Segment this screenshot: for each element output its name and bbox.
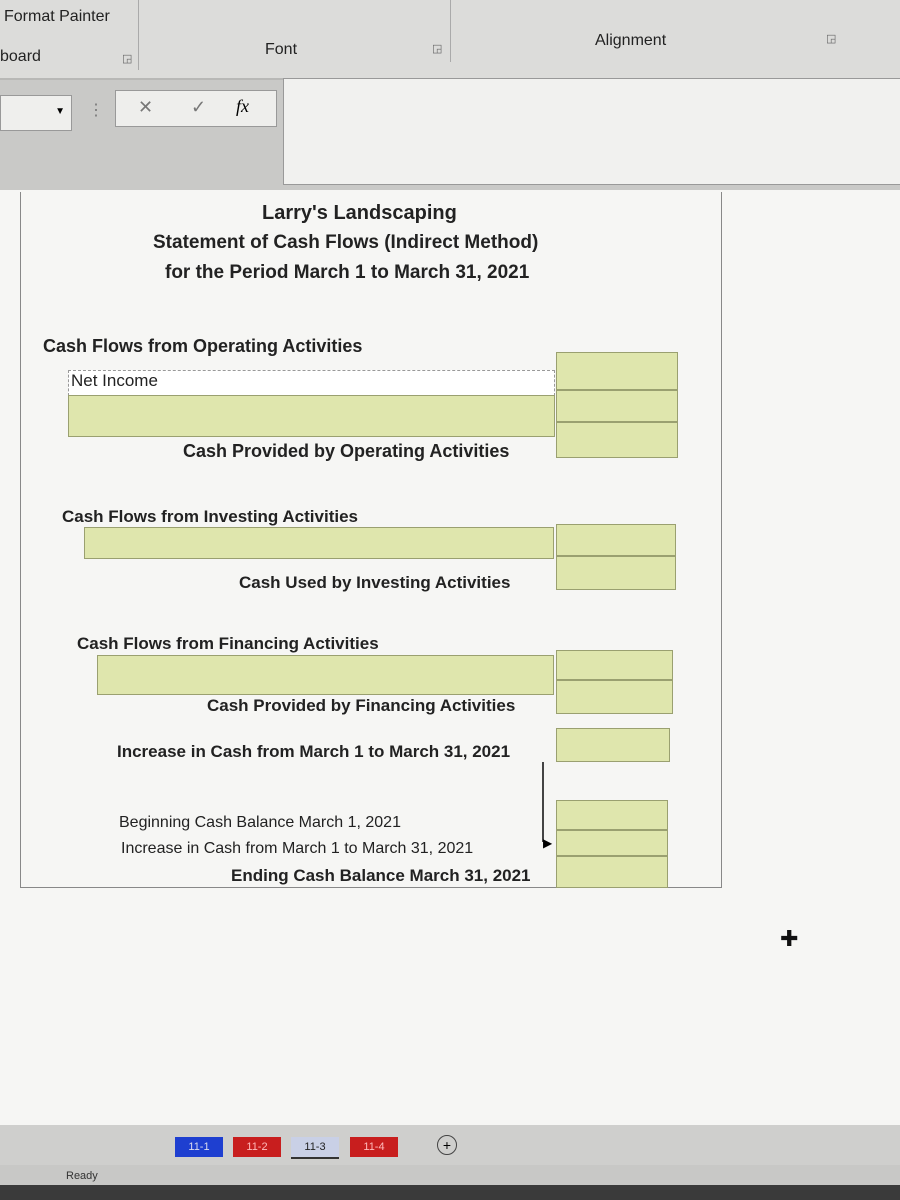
financing-total-cell[interactable] [556, 680, 673, 714]
net-income-cell[interactable]: Net Income [68, 370, 555, 396]
font-group-label: Font [265, 41, 298, 58]
adjustment-amount-cell[interactable] [556, 390, 678, 422]
ending-cash-cell[interactable] [556, 856, 668, 888]
investing-total-label: Cash Used by Investing Activities [239, 573, 511, 592]
net-income-label: Net Income [71, 371, 158, 390]
increase-cash-cell[interactable] [556, 830, 668, 856]
investing-amount-cell[interactable] [556, 524, 676, 556]
beginning-cash-label: Beginning Cash Balance March 1, 2021 [119, 814, 401, 831]
investing-total-cell[interactable] [556, 556, 676, 590]
sheet-tab-11-1[interactable]: 11-1 [175, 1137, 223, 1157]
investing-item-cell[interactable] [84, 527, 554, 559]
link-arrow-line [542, 762, 544, 842]
statement-title: Statement of Cash Flows (Indirect Method… [153, 232, 539, 253]
font-launcher-icon[interactable]: ◲ [432, 42, 442, 55]
operating-header: Cash Flows from Operating Activities [43, 336, 363, 356]
clipboard-launcher-icon[interactable]: ◲ [122, 52, 132, 65]
format-painter-button[interactable]: Format Painter [4, 8, 110, 26]
sheet-tab-11-2[interactable]: 11-2 [233, 1137, 281, 1157]
ending-cash-label: Ending Cash Balance March 31, 2021 [231, 866, 531, 885]
status-text: Ready [66, 1170, 98, 1182]
investing-header: Cash Flows from Investing Activities [62, 507, 358, 526]
formula-input[interactable] [283, 78, 900, 185]
sheet-tab-11-3[interactable]: 11-3 [291, 1137, 339, 1159]
name-box[interactable]: ▼ [0, 95, 72, 131]
insert-function-icon[interactable]: fx [236, 96, 249, 117]
financing-item-cell[interactable] [97, 655, 554, 695]
add-sheet-button[interactable]: + [437, 1135, 457, 1155]
financing-header: Cash Flows from Financing Activities [77, 634, 379, 653]
chevron-down-icon[interactable]: ▼ [55, 106, 65, 117]
alignment-group-label: Alignment [595, 32, 667, 49]
statement-period: for the Period March 1 to March 31, 2021 [165, 262, 530, 283]
cursor-plus-icon: ✚ [780, 926, 799, 951]
clipboard-group-label: board [0, 48, 41, 65]
financing-amount-cell[interactable] [556, 650, 673, 680]
operating-total-label: Cash Provided by Operating Activities [183, 441, 510, 461]
alignment-launcher-icon[interactable]: ◲ [826, 32, 836, 45]
formula-buttons: ✕ ✓ fx [115, 90, 277, 127]
increase-label: Increase in Cash from March 1 to March 3… [117, 742, 511, 761]
operating-total-cell[interactable] [556, 422, 678, 458]
ribbon: Format Painter board ◲ Font ◲ Alignment … [0, 0, 900, 80]
divider [450, 0, 451, 62]
arrow-right-icon: ▶ [543, 836, 553, 850]
beginning-cash-cell[interactable] [556, 800, 668, 830]
net-income-amount-cell[interactable] [556, 352, 678, 390]
operating-adjustment-cell[interactable] [68, 395, 555, 437]
increase-cash-label: Increase in Cash from March 1 to March 3… [121, 840, 474, 857]
enter-icon[interactable]: ✓ [191, 97, 206, 118]
company-name: Larry's Landscaping [262, 202, 457, 224]
financing-total-label: Cash Provided by Financing Activities [207, 696, 516, 715]
taskbar [0, 1185, 900, 1200]
divider [138, 0, 139, 70]
sheet-tab-11-4[interactable]: 11-4 [350, 1137, 398, 1157]
increase-amount-cell[interactable] [556, 728, 670, 762]
grip-icon[interactable]: ⋮ [88, 100, 104, 120]
cancel-icon[interactable]: ✕ [138, 97, 153, 118]
